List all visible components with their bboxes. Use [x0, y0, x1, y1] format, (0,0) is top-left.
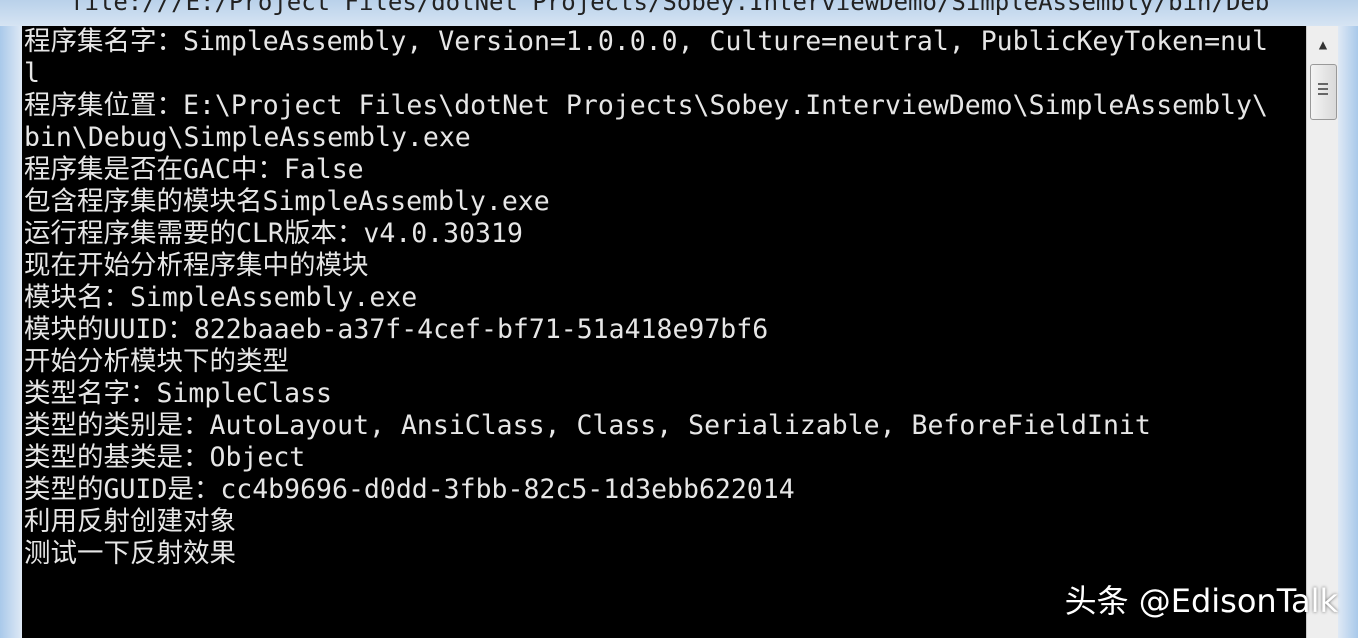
window-frame-left [0, 26, 22, 638]
console-line: l [24, 58, 40, 89]
console-line: 开始分析模块下的类型 [24, 346, 289, 377]
window-title: file:///E:/Project Files/dotNet Projects… [70, 0, 1270, 16]
console-line: 包含程序集的模块名SimpleAssembly.exe [24, 186, 550, 217]
console-output: 程序集名字：SimpleAssembly, Version=1.0.0.0, C… [22, 26, 1306, 638]
console-line: 类型的类别是：AutoLayout, AnsiClass, Class, Ser… [24, 410, 1151, 441]
console-line: 程序集是否在GAC中：False [24, 154, 364, 185]
window-frame-right [1338, 26, 1358, 638]
scrollbar-thumb[interactable] [1310, 64, 1337, 120]
watermark: 头条 @EdisonTalk [1064, 582, 1338, 620]
console-line: 运行程序集需要的CLR版本：v4.0.30319 [24, 218, 523, 249]
console-line: bin\Debug\SimpleAssembly.exe [24, 122, 471, 153]
console-line: 类型的基类是：Object [24, 442, 306, 473]
console-line: 利用反射创建对象 [24, 506, 236, 537]
console-line: 类型的GUID是：cc4b9696-d0dd-3fbb-82c5-1d3ebb6… [24, 474, 795, 505]
scroll-up-arrow-icon[interactable]: ▲ [1307, 30, 1339, 60]
title-bar: file:///E:/Project Files/dotNet Projects… [0, 0, 1358, 26]
console-line: 模块的UUID：822baaeb-a37f-4cef-bf71-51a418e9… [24, 314, 769, 345]
console-line: 程序集名字：SimpleAssembly, Version=1.0.0.0, C… [24, 26, 1268, 57]
vertical-scrollbar[interactable]: ▲ [1306, 26, 1339, 638]
console-line: 现在开始分析程序集中的模块 [24, 250, 369, 281]
console-line: 类型名字：SimpleClass [24, 378, 332, 409]
console-line: 模块名：SimpleAssembly.exe [24, 282, 418, 313]
console-line: 程序集位置：E:\Project Files\dotNet Projects\S… [24, 90, 1268, 121]
console-line: 测试一下反射效果 [24, 538, 236, 569]
grip-icon [1318, 83, 1328, 98]
